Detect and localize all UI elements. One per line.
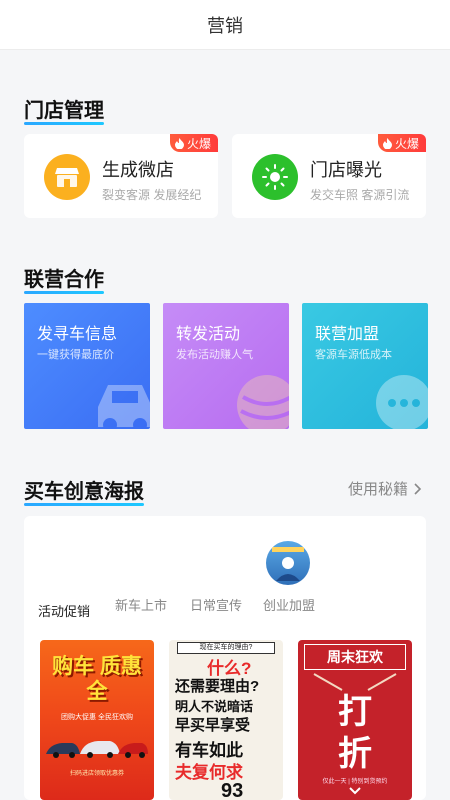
poster-big-2: 折 <box>338 735 372 773</box>
title-underline <box>24 122 104 125</box>
poster-footer: 仅此一天 | 特别到货预约 <box>322 779 388 785</box>
flame-icon <box>174 137 184 149</box>
tab-promotion[interactable]: 活动促销 <box>38 601 90 620</box>
poster-headline: 购车 质惠全 <box>52 655 142 703</box>
forward-activity-card[interactable]: 转发活动 发布活动赚人气 <box>163 303 289 429</box>
title-underline <box>24 503 144 506</box>
poster-promotion[interactable]: 购车 质惠全 团购大促惠 全民狂欢购 扫码进店领取优惠券 <box>40 640 154 800</box>
card-name: 生成微店 <box>102 160 174 180</box>
franchise-avatar <box>266 541 310 585</box>
top-bar: 营销 <box>0 0 450 50</box>
sun-icon <box>252 154 298 200</box>
balloon-icon <box>237 375 289 429</box>
usage-tips-link[interactable]: 使用秘籍 <box>348 478 422 499</box>
card-name: 门店曝光 <box>310 160 382 180</box>
card-title: 联营加盟 <box>315 326 380 343</box>
hot-label: 火爆 <box>394 136 419 151</box>
card-desc: 裂变客源 发展经纪 <box>102 188 202 202</box>
hot-badge: 火爆 <box>169 134 218 152</box>
card-subtitle: 发布活动赚人气 <box>176 349 253 361</box>
coop-section-title: 联营合作 <box>24 263 104 294</box>
hot-label: 火爆 <box>186 136 211 151</box>
card-title: 转发活动 <box>176 326 241 343</box>
poster-line-3: 明人不说暗话 <box>175 699 254 714</box>
poster-daily-reason[interactable]: 现在买车的理由? 什么? 还需要理由? 明人不说暗话 早买早享受 有车如此 夫复… <box>169 640 283 800</box>
poster-number: 93 <box>221 780 244 800</box>
poster-weekend[interactable]: 周末狂欢 打 折 仅此一天 | 特别到货预约 <box>298 640 412 800</box>
title-underline <box>24 291 104 294</box>
hot-badge: 火爆 <box>377 134 426 152</box>
card-title: 发寻车信息 <box>37 326 118 343</box>
poster-banner: 现在买车的理由? <box>177 642 275 654</box>
poster-sub: 团购大促惠 全民狂欢购 <box>61 714 133 721</box>
shop-icon <box>44 154 90 200</box>
generate-microstore-card[interactable]: 生成微店 裂变客源 发展经纪 火爆 <box>24 134 218 218</box>
tab-daily[interactable]: 日常宣传 <box>190 595 242 614</box>
poster-section-title: 买车创意海报 <box>24 475 144 506</box>
car-icon <box>98 385 150 429</box>
page-title: 营销 <box>207 15 243 36</box>
coop-section-title-text: 联营合作 <box>24 269 104 291</box>
chat-icon <box>376 375 428 429</box>
store-section-title-text: 门店管理 <box>24 100 104 122</box>
usage-tips-label: 使用秘籍 <box>347 481 408 498</box>
store-exposure-card[interactable]: 门店曝光 发交车照 客源引流 火爆 <box>232 134 426 218</box>
poster-headline: 周末狂欢 <box>304 644 406 670</box>
post-car-info-card[interactable]: 发寻车信息 一键获得最底价 <box>24 303 150 429</box>
tab-new-car[interactable]: 新车上市 <box>115 595 167 614</box>
store-section-title: 门店管理 <box>24 94 104 125</box>
poster-line-4: 早买早享受 <box>175 717 251 734</box>
joint-franchise-card[interactable]: 联营加盟 客源车源低成本 <box>302 303 428 429</box>
poster-section-title-text: 买车创意海报 <box>24 481 144 503</box>
poster-line-2: 还需要理由? <box>175 678 260 695</box>
flame-icon <box>382 137 392 149</box>
card-subtitle: 客源车源低成本 <box>315 349 392 361</box>
cars-illustration <box>46 741 148 758</box>
tab-franchise[interactable]: 创业加盟 <box>263 595 315 614</box>
poster-footer: 扫码进店领取优惠券 <box>69 771 124 777</box>
chevron-down-icon <box>349 787 361 795</box>
card-subtitle: 一键获得最底价 <box>37 349 114 361</box>
card-desc: 发交车照 客源引流 <box>310 188 410 202</box>
chevron-right-icon <box>414 482 422 495</box>
